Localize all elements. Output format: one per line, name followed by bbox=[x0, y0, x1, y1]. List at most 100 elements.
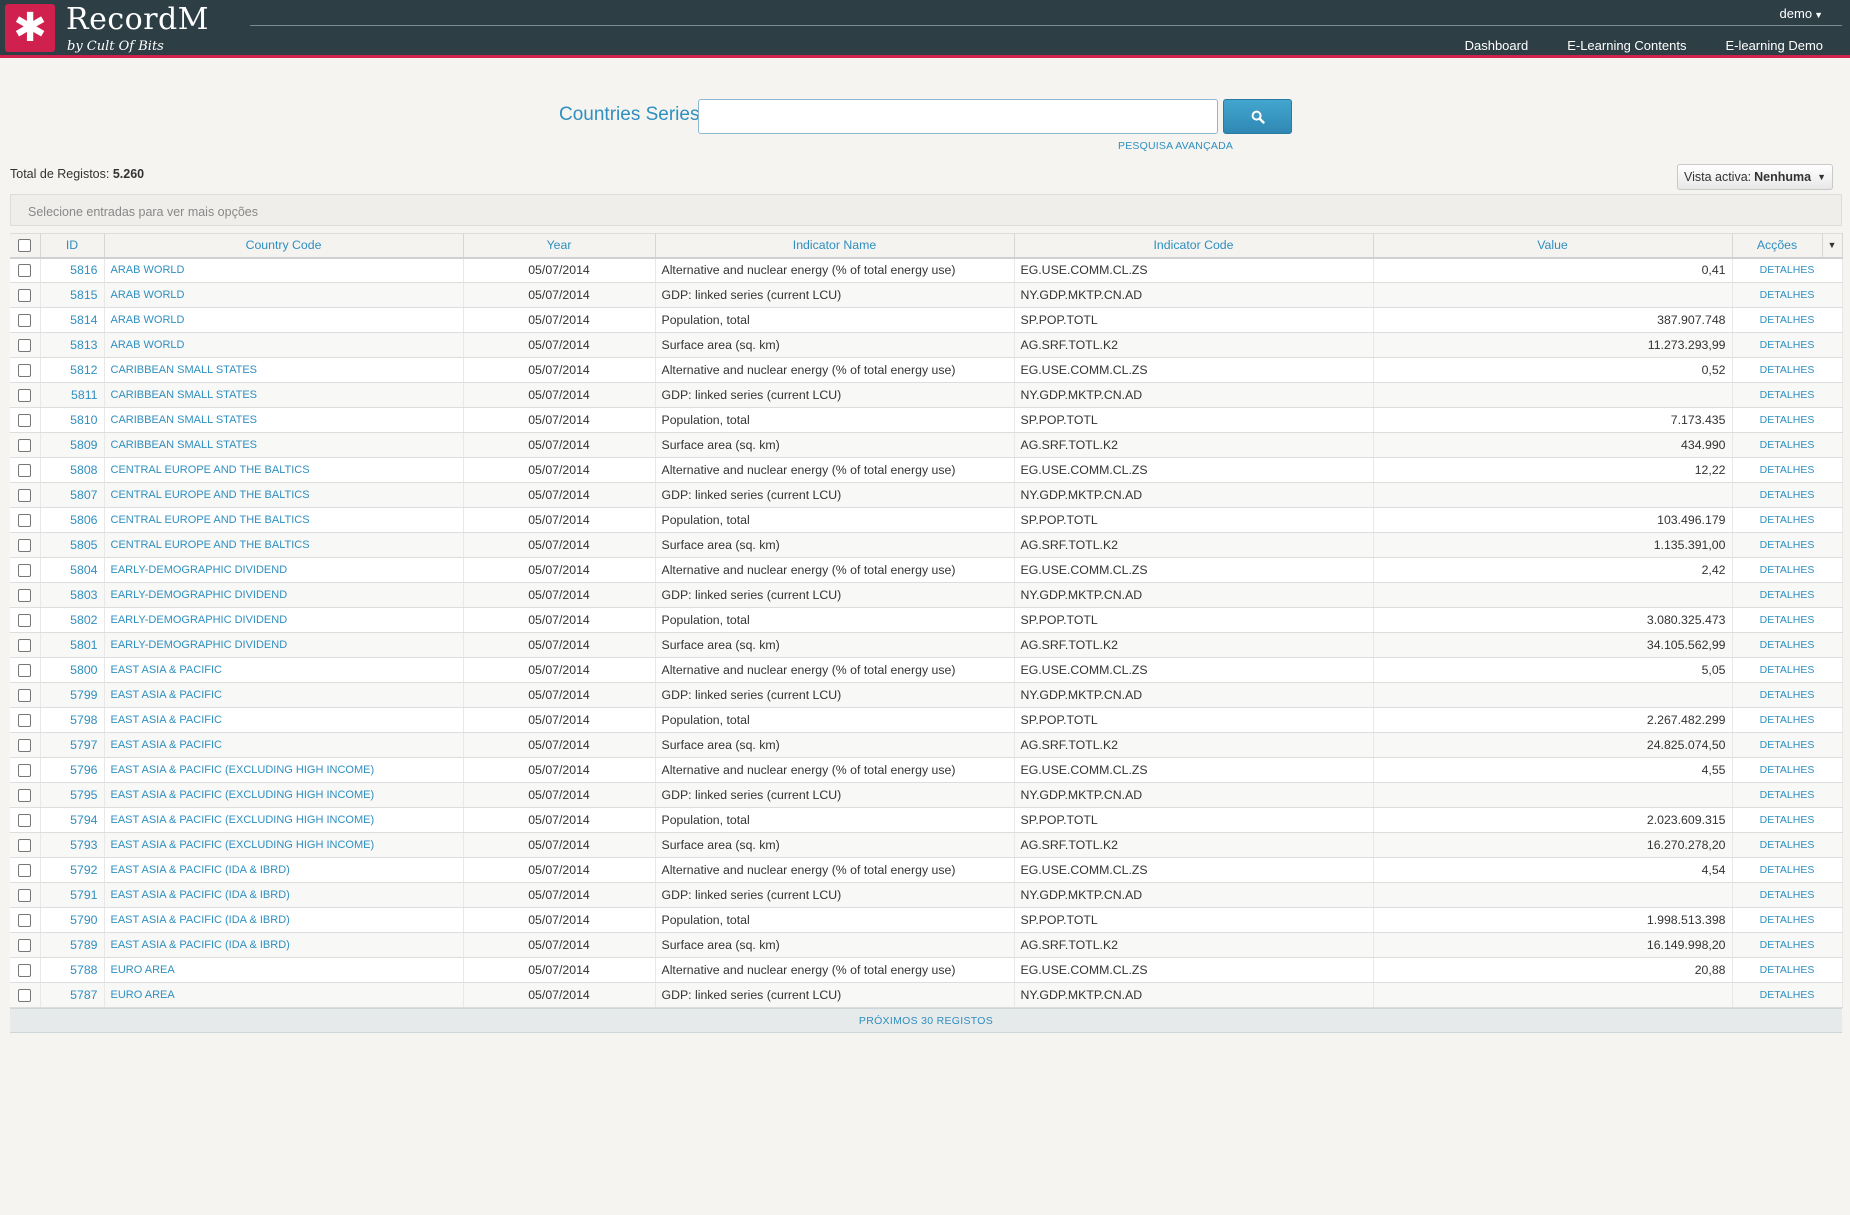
table-row[interactable]: 5797 EAST ASIA & PACIFIC 05/07/2014 Surface… bbox=[10, 732, 1843, 758]
table-row[interactable]: 5808 CENTRAL EUROPE AND THE BALTICS 05/07/… bbox=[10, 457, 1843, 483]
row-id-link[interactable]: 5808 bbox=[40, 457, 105, 483]
row-details-link[interactable]: DETALHES bbox=[1732, 607, 1843, 633]
row-country-code-link[interactable]: EAST ASIA & PACIFIC (EXCLUDING HIGH INCO… bbox=[104, 832, 464, 858]
row-country-code-link[interactable]: EURO AREA bbox=[104, 982, 464, 1008]
nav-elearning-demo[interactable]: E-learning Demo bbox=[1725, 38, 1823, 53]
row-id-link[interactable]: 5792 bbox=[40, 857, 105, 883]
table-row[interactable]: 5812 CARIBBEAN SMALL STATES 05/07/2014 Alte… bbox=[10, 357, 1843, 383]
table-row[interactable]: 5811 CARIBBEAN SMALL STATES 05/07/2014 GDP:… bbox=[10, 382, 1843, 408]
row-country-code-link[interactable]: CARIBBEAN SMALL STATES bbox=[104, 382, 464, 408]
row-checkbox[interactable] bbox=[18, 839, 32, 853]
row-checkbox[interactable] bbox=[18, 739, 32, 753]
row-checkbox[interactable] bbox=[18, 464, 32, 478]
col-header-value[interactable]: Value bbox=[1373, 233, 1733, 259]
row-country-code-link[interactable]: CENTRAL EUROPE AND THE BALTICS bbox=[104, 507, 464, 533]
row-checkbox[interactable] bbox=[18, 564, 32, 578]
row-checkbox[interactable] bbox=[18, 439, 32, 453]
row-details-link[interactable]: DETALHES bbox=[1732, 282, 1843, 308]
row-id-link[interactable]: 5807 bbox=[40, 482, 105, 508]
table-row[interactable]: 5795 EAST ASIA & PACIFIC (EXCLUDING HIGH … bbox=[10, 782, 1843, 808]
row-details-link[interactable]: DETALHES bbox=[1732, 782, 1843, 808]
table-row[interactable]: 5816 ARAB WORLD 05/07/2014 Alternative and … bbox=[10, 257, 1843, 283]
row-country-code-link[interactable]: CENTRAL EUROPE AND THE BALTICS bbox=[104, 532, 464, 558]
row-details-link[interactable]: DETALHES bbox=[1732, 507, 1843, 533]
row-checkbox[interactable] bbox=[18, 364, 32, 378]
row-checkbox[interactable] bbox=[18, 289, 32, 303]
row-checkbox[interactable] bbox=[18, 339, 32, 353]
row-country-code-link[interactable]: EAST ASIA & PACIFIC bbox=[104, 707, 464, 733]
row-country-code-link[interactable]: EAST ASIA & PACIFIC (IDA & IBRD) bbox=[104, 907, 464, 933]
table-row[interactable]: 5800 EAST ASIA & PACIFIC 05/07/2014 Alterna… bbox=[10, 657, 1843, 683]
row-details-link[interactable]: DETALHES bbox=[1732, 882, 1843, 908]
row-checkbox[interactable] bbox=[18, 789, 32, 803]
row-checkbox[interactable] bbox=[18, 589, 32, 603]
col-header-indicator-name[interactable]: Indicator Name bbox=[655, 233, 1015, 259]
row-id-link[interactable]: 5812 bbox=[40, 357, 105, 383]
row-details-link[interactable]: DETALHES bbox=[1732, 432, 1843, 458]
row-country-code-link[interactable]: CARIBBEAN SMALL STATES bbox=[104, 407, 464, 433]
table-row[interactable]: 5806 CENTRAL EUROPE AND THE BALTICS 05/07/… bbox=[10, 507, 1843, 533]
table-row[interactable]: 5814 ARAB WORLD 05/07/2014 Population, tota… bbox=[10, 307, 1843, 333]
row-checkbox[interactable] bbox=[18, 689, 32, 703]
row-country-code-link[interactable]: ARAB WORLD bbox=[104, 257, 464, 283]
row-checkbox[interactable] bbox=[18, 639, 32, 653]
row-country-code-link[interactable]: EURO AREA bbox=[104, 957, 464, 983]
row-country-code-link[interactable]: ARAB WORLD bbox=[104, 332, 464, 358]
brand-title[interactable]: RecordM bbox=[66, 2, 209, 37]
row-country-code-link[interactable]: CARIBBEAN SMALL STATES bbox=[104, 357, 464, 383]
row-country-code-link[interactable]: EAST ASIA & PACIFIC (EXCLUDING HIGH INCO… bbox=[104, 757, 464, 783]
row-details-link[interactable]: DETALHES bbox=[1732, 357, 1843, 383]
row-country-code-link[interactable]: ARAB WORLD bbox=[104, 282, 464, 308]
row-checkbox[interactable] bbox=[18, 914, 32, 928]
table-row[interactable]: 5813 ARAB WORLD 05/07/2014 Surface area (sq… bbox=[10, 332, 1843, 358]
row-details-link[interactable]: DETALHES bbox=[1732, 532, 1843, 558]
row-id-link[interactable]: 5794 bbox=[40, 807, 105, 833]
row-id-link[interactable]: 5801 bbox=[40, 632, 105, 658]
row-id-link[interactable]: 5787 bbox=[40, 982, 105, 1008]
row-details-link[interactable]: DETALHES bbox=[1732, 682, 1843, 708]
row-checkbox[interactable] bbox=[18, 314, 32, 328]
row-id-link[interactable]: 5797 bbox=[40, 732, 105, 758]
row-id-link[interactable]: 5790 bbox=[40, 907, 105, 933]
row-id-link[interactable]: 5811 bbox=[40, 382, 105, 408]
row-country-code-link[interactable]: EARLY-DEMOGRAPHIC DIVIDEND bbox=[104, 582, 464, 608]
row-country-code-link[interactable]: EARLY-DEMOGRAPHIC DIVIDEND bbox=[104, 557, 464, 583]
row-details-link[interactable]: DETALHES bbox=[1732, 932, 1843, 958]
row-country-code-link[interactable]: EAST ASIA & PACIFIC (IDA & IBRD) bbox=[104, 882, 464, 908]
row-details-link[interactable]: DETALHES bbox=[1732, 657, 1843, 683]
table-row[interactable]: 5791 EAST ASIA & PACIFIC (IDA & IBRD) 05/0… bbox=[10, 882, 1843, 908]
row-details-link[interactable]: DETALHES bbox=[1732, 332, 1843, 358]
table-row[interactable]: 5807 CENTRAL EUROPE AND THE BALTICS 05/07/… bbox=[10, 482, 1843, 508]
row-id-link[interactable]: 5810 bbox=[40, 407, 105, 433]
row-id-link[interactable]: 5803 bbox=[40, 582, 105, 608]
table-row[interactable]: 5802 EARLY-DEMOGRAPHIC DIVIDEND 05/07/2014… bbox=[10, 607, 1843, 633]
select-all-checkbox[interactable] bbox=[18, 239, 32, 253]
row-id-link[interactable]: 5799 bbox=[40, 682, 105, 708]
row-details-link[interactable]: DETALHES bbox=[1732, 307, 1843, 333]
row-id-link[interactable]: 5813 bbox=[40, 332, 105, 358]
row-checkbox[interactable] bbox=[18, 489, 32, 503]
table-row[interactable]: 5787 EURO AREA 05/07/2014 GDP: linked serie… bbox=[10, 982, 1843, 1008]
row-country-code-link[interactable]: ARAB WORLD bbox=[104, 307, 464, 333]
row-country-code-link[interactable]: EAST ASIA & PACIFIC (EXCLUDING HIGH INCO… bbox=[104, 782, 464, 808]
row-checkbox[interactable] bbox=[18, 964, 32, 978]
table-row[interactable]: 5788 EURO AREA 05/07/2014 Alternative and n… bbox=[10, 957, 1843, 983]
row-checkbox[interactable] bbox=[18, 864, 32, 878]
row-country-code-link[interactable]: EAST ASIA & PACIFIC (IDA & IBRD) bbox=[104, 932, 464, 958]
nav-elearning-contents[interactable]: E-Learning Contents bbox=[1567, 38, 1686, 53]
table-row[interactable]: 5803 EARLY-DEMOGRAPHIC DIVIDEND 05/07/2014… bbox=[10, 582, 1843, 608]
row-details-link[interactable]: DETALHES bbox=[1732, 857, 1843, 883]
row-checkbox[interactable] bbox=[18, 664, 32, 678]
row-country-code-link[interactable]: EARLY-DEMOGRAPHIC DIVIDEND bbox=[104, 607, 464, 633]
row-country-code-link[interactable]: CARIBBEAN SMALL STATES bbox=[104, 432, 464, 458]
row-details-link[interactable]: DETALHES bbox=[1732, 632, 1843, 658]
row-details-link[interactable]: DETALHES bbox=[1732, 407, 1843, 433]
row-details-link[interactable]: DETALHES bbox=[1732, 807, 1843, 833]
column-menu-caret-icon[interactable]: ▼ bbox=[1822, 233, 1843, 259]
row-country-code-link[interactable]: EARLY-DEMOGRAPHIC DIVIDEND bbox=[104, 632, 464, 658]
row-country-code-link[interactable]: EAST ASIA & PACIFIC (EXCLUDING HIGH INCO… bbox=[104, 807, 464, 833]
row-checkbox[interactable] bbox=[18, 414, 32, 428]
row-details-link[interactable]: DETALHES bbox=[1732, 257, 1843, 283]
row-id-link[interactable]: 5800 bbox=[40, 657, 105, 683]
row-country-code-link[interactable]: CENTRAL EUROPE AND THE BALTICS bbox=[104, 482, 464, 508]
